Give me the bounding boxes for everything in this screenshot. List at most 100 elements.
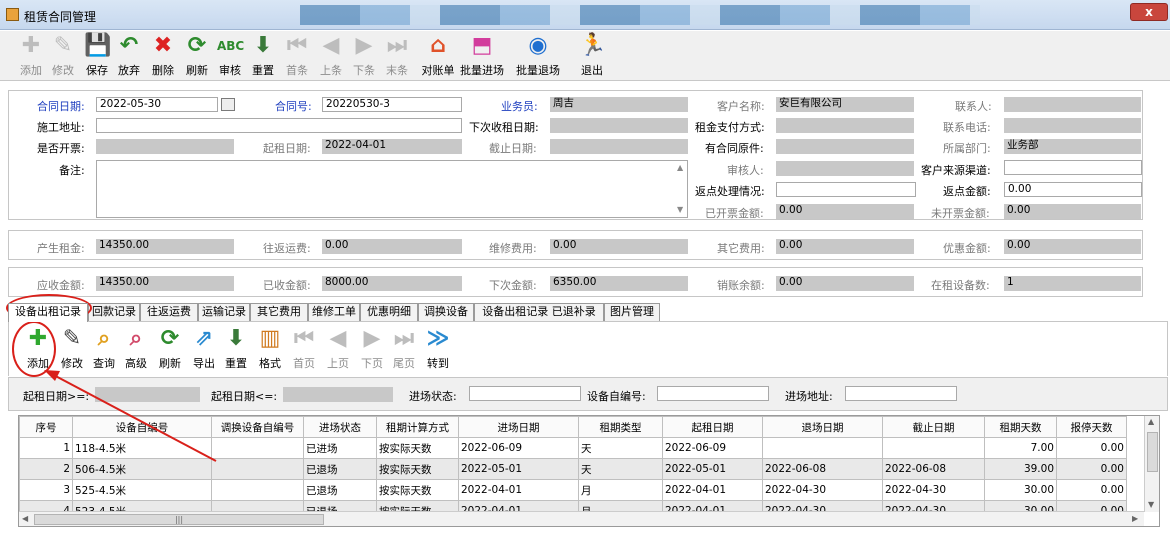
next-rent-field[interactable] (550, 118, 688, 133)
filter-addr-input[interactable] (845, 386, 957, 401)
scroll-down-icon[interactable]: ▼ (677, 205, 683, 214)
auditor-field[interactable] (776, 161, 914, 176)
grid-cell[interactable] (762, 437, 883, 459)
grid-cell[interactable]: 已退场 (303, 458, 377, 480)
grid-cell[interactable]: 2022-06-09 (458, 437, 579, 459)
source-input[interactable] (1004, 160, 1142, 175)
tab-8[interactable]: 设备出租记录 已退补录 (474, 303, 604, 321)
subtoolbar-goto-button[interactable]: ≫ 转到 (423, 326, 453, 372)
tab-3[interactable]: 运输记录 (198, 303, 250, 321)
grid-column-header[interactable]: 进场日期 (458, 416, 579, 438)
grid-cell[interactable]: 按实际天数 (376, 458, 459, 480)
discount-field[interactable]: 0.00 (1004, 239, 1141, 254)
scroll-up-icon[interactable]: ▲ (677, 163, 683, 172)
subtoolbar-format-button[interactable]: ▥ 格式 (255, 326, 285, 372)
grid-cell[interactable]: 0.00 (1056, 458, 1127, 480)
subtoolbar-edit-button[interactable]: ✎ 修改 (57, 326, 87, 372)
invoiced-field[interactable]: 0.00 (776, 204, 914, 219)
grid-cell[interactable]: 2022-05-01 (458, 458, 579, 480)
phone-field[interactable] (1004, 118, 1141, 133)
scroll-right-icon[interactable]: ▶ (1132, 514, 1138, 523)
grid-column-header[interactable]: 序号 (19, 416, 73, 438)
toolbar-plus-button[interactable]: ✚ 添加 (16, 33, 46, 79)
grid-cell[interactable]: 2022-04-01 (458, 479, 579, 501)
dept-field[interactable]: 业务部 (1004, 139, 1141, 154)
uninvoiced-field[interactable]: 0.00 (1004, 204, 1141, 219)
grid-column-header[interactable]: 起租日期 (662, 416, 763, 438)
subtoolbar-search-button[interactable]: ⌕ 查询 (89, 326, 119, 372)
grid-cell[interactable]: 0.00 (1056, 479, 1127, 501)
scroll-up-icon[interactable]: ▲ (1148, 417, 1154, 426)
grid-cell[interactable]: 2022-06-08 (882, 458, 985, 480)
scroll-down-icon[interactable]: ▼ (1148, 500, 1154, 509)
calendar-icon[interactable] (221, 98, 235, 111)
subtoolbar-last-button[interactable]: ⏭ 尾页 (389, 326, 419, 372)
horizontal-scroll-thumb[interactable]: ||| (34, 514, 324, 525)
grid-cell[interactable]: 30.00 (984, 479, 1057, 501)
grid-column-header[interactable]: 设备自编号 (72, 416, 212, 438)
grid-cell[interactable] (211, 458, 304, 480)
tab-4[interactable]: 其它费用 (250, 303, 308, 321)
table-row[interactable]: 2 506-4.5米 已退场 按实际天数 2022-05-01 天 2022-05-01 20… (19, 458, 1127, 480)
grid-cell[interactable]: 1 (19, 437, 73, 459)
toolbar-edit-button[interactable]: ✎ 修改 (48, 33, 78, 79)
table-row[interactable]: 1 118-4.5米 已进场 按实际天数 2022-06-09 天 2022-06-09 7.… (19, 437, 1127, 459)
tab-1[interactable]: 回款记录 (88, 303, 140, 321)
grid-cell[interactable]: 525-4.5米 (72, 479, 212, 501)
toolbar-first-button[interactable]: ⏮ 首条 (282, 33, 312, 79)
subtoolbar-advanced-button[interactable]: ⌕ 高级 (121, 326, 151, 372)
repair-field[interactable]: 0.00 (550, 239, 688, 254)
remark-textarea[interactable] (96, 160, 688, 218)
toolbar-delete-button[interactable]: ✖ 删除 (148, 33, 178, 79)
tab-6[interactable]: 优惠明细 (360, 303, 418, 321)
toolbar-undo-button[interactable]: ↶ 放弃 (114, 33, 144, 79)
subtoolbar-refresh-button[interactable]: ⟳ 刷新 (155, 326, 185, 372)
grid-cell[interactable]: 506-4.5米 (72, 458, 212, 480)
filter-end-field[interactable] (283, 387, 393, 402)
grid-cell[interactable]: 3 (19, 479, 73, 501)
tab-9[interactable]: 图片管理 (604, 303, 660, 321)
toolbar-reset-button[interactable]: ⬇ 重置 (248, 33, 278, 79)
original-field[interactable] (776, 139, 914, 154)
end-date-field[interactable] (550, 139, 688, 154)
grid-cell[interactable]: 天 (578, 458, 663, 480)
grid-column-header[interactable]: 租期类型 (578, 416, 663, 438)
grid-cell[interactable] (211, 479, 304, 501)
horizontal-scrollbar[interactable]: ◀ ||| ▶ (19, 511, 1144, 526)
toolbar-prev-button[interactable]: ◀ 上条 (316, 33, 346, 79)
grid-cell[interactable]: 已进场 (303, 437, 377, 459)
toolbar-house-button[interactable]: ⌂ 对账单 (416, 33, 460, 79)
grid-cell[interactable]: 2022-04-30 (882, 479, 985, 501)
site-input[interactable] (96, 118, 462, 133)
tab-0[interactable]: 设备出租记录 (8, 303, 88, 322)
invoice-field[interactable] (96, 139, 234, 154)
grid-cell[interactable] (882, 437, 985, 459)
subtoolbar-next-button[interactable]: ▶ 下页 (357, 326, 387, 372)
grid-cell[interactable]: 39.00 (984, 458, 1057, 480)
vertical-scrollbar[interactable]: ▲ ▼ (1144, 416, 1159, 512)
due-field[interactable]: 6350.00 (550, 276, 688, 291)
grid-cell[interactable]: 2 (19, 458, 73, 480)
grid-cell[interactable]: 月 (578, 479, 663, 501)
subtoolbar-first-button[interactable]: ⏮ 首页 (289, 326, 319, 372)
table-row[interactable]: 3 525-4.5米 已退场 按实际天数 2022-04-01 月 2022-04-01 20… (19, 479, 1127, 501)
grid-column-header[interactable]: 截止日期 (882, 416, 985, 438)
filter-status-input[interactable] (469, 386, 581, 401)
grid-cell[interactable]: 2022-04-01 (662, 479, 763, 501)
grid-cell[interactable]: 118-4.5米 (72, 437, 212, 459)
subtoolbar-reset-button[interactable]: ⬇ 重置 (221, 326, 251, 372)
writeoff-field[interactable]: 0.00 (776, 276, 914, 291)
filter-start-field[interactable] (95, 387, 200, 402)
subtoolbar-prev-button[interactable]: ◀ 上页 (323, 326, 353, 372)
grid-cell[interactable]: 2022-06-08 (762, 458, 883, 480)
toolbar-abc-check-button[interactable]: ABC 审核 (215, 33, 245, 79)
rent-start-field[interactable]: 2022-04-01 (322, 139, 462, 154)
contract-date-input[interactable]: 2022-05-30 (96, 97, 218, 112)
rebate-amount-input[interactable]: 0.00 (1004, 182, 1142, 197)
toolbar-last-button[interactable]: ⏭ 末条 (382, 33, 412, 79)
grid-cell[interactable]: 2022-06-09 (662, 437, 763, 459)
scroll-left-icon[interactable]: ◀ (22, 514, 28, 523)
grid-cell[interactable]: 天 (578, 437, 663, 459)
salesman-field[interactable]: 周吉 (550, 97, 688, 112)
grid-column-header[interactable]: 退场日期 (762, 416, 883, 438)
